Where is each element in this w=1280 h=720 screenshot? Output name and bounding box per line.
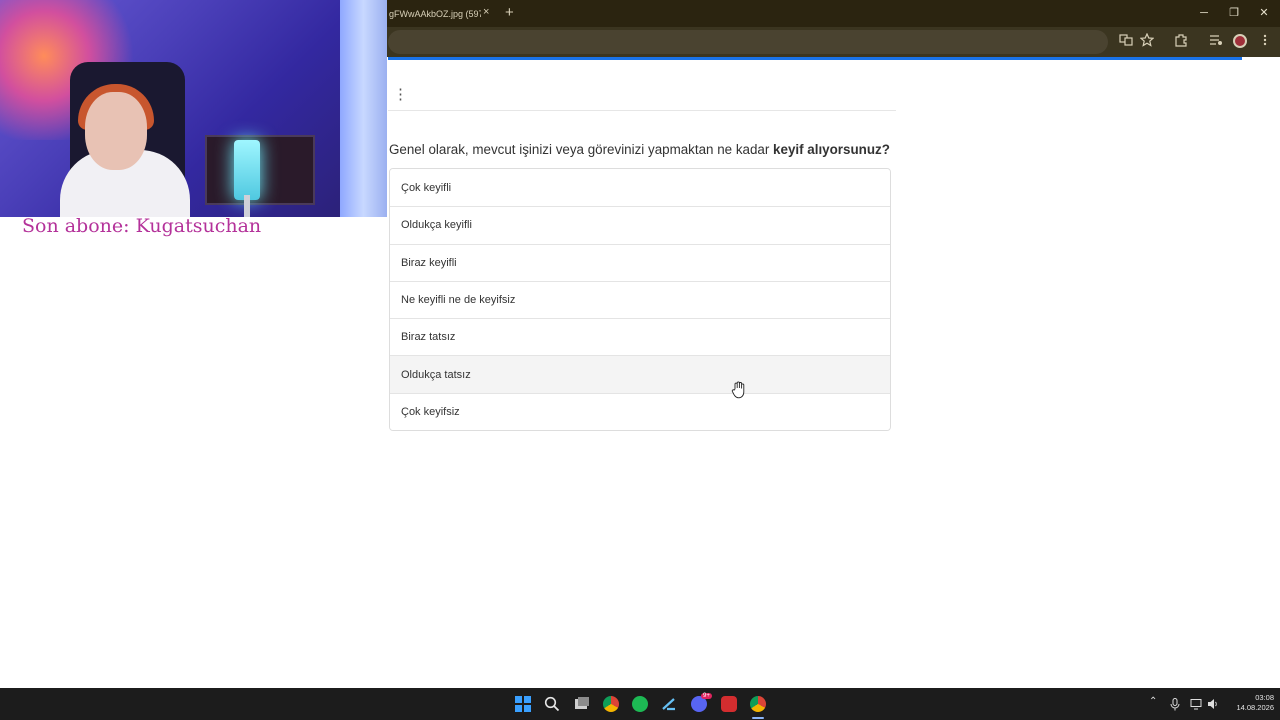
desk: [205, 135, 315, 205]
mic-stand: [244, 195, 250, 217]
profile-avatar[interactable]: [1233, 34, 1247, 48]
more-options-icon[interactable]: ⋮: [393, 86, 408, 104]
windows-start-icon[interactable]: [515, 696, 531, 712]
volume-icon[interactable]: [1207, 698, 1219, 710]
answer-option-quite-unpleasant[interactable]: Oldukça tatsız: [390, 355, 890, 393]
answer-option-quite-pleasant[interactable]: Oldukça keyifli: [390, 206, 890, 244]
chrome-active-icon[interactable]: [750, 696, 766, 712]
streamer-face: [85, 92, 147, 170]
taskbar: 9+ ⌃ 03:08 14.08.2026: [0, 688, 1280, 720]
last-subscriber-label: Son abone: Kugatsuchan: [22, 215, 262, 237]
spotify-icon[interactable]: [632, 696, 648, 712]
survey-question: Genel olarak, mevcut işinizi veya görevi…: [389, 142, 890, 157]
page-load-progress: [388, 57, 1242, 60]
task-view-icon[interactable]: [574, 696, 590, 712]
clock-time: 03:08: [1255, 693, 1274, 702]
active-app-indicator: [752, 717, 764, 719]
answer-option-neutral[interactable]: Ne keyifli ne de keyifsiz: [390, 280, 890, 319]
network-icon[interactable]: [1190, 698, 1202, 710]
browser-tab[interactable]: gFWwAAkbOZ.jpg (597× ×: [387, 0, 499, 27]
webcam-overlay: [0, 0, 387, 217]
media-icon[interactable]: [1207, 33, 1225, 51]
search-icon[interactable]: [544, 696, 560, 712]
minimize-icon[interactable]: ─: [1190, 4, 1218, 22]
clock-date: 14.08.2026: [1236, 703, 1274, 712]
new-tab-icon[interactable]: +: [505, 4, 514, 21]
chevron-up-icon[interactable]: ⌃: [1149, 696, 1157, 707]
tab-close-icon[interactable]: ×: [483, 6, 489, 18]
answer-option-slightly-unpleasant[interactable]: Biraz tatsız: [390, 318, 890, 356]
restore-icon[interactable]: ❐: [1220, 4, 1248, 22]
close-window-icon[interactable]: ✕: [1250, 4, 1278, 22]
tab-title: gFWwAAkbOZ.jpg (597×: [389, 8, 481, 19]
address-bar[interactable]: [388, 30, 1108, 54]
menu-icon[interactable]: [1256, 33, 1274, 51]
translate-icon[interactable]: [1117, 33, 1135, 51]
answer-options-list: Çok keyifli Oldukça keyifli Biraz keyifl…: [389, 168, 891, 432]
chrome-icon[interactable]: [603, 696, 619, 712]
app-red-icon[interactable]: [721, 696, 737, 712]
microphone-icon[interactable]: [1170, 698, 1180, 711]
curtain: [340, 0, 387, 217]
answer-option-very-unpleasant[interactable]: Çok keyifsiz: [390, 392, 890, 431]
screen: gFWwAAkbOZ.jpg (597× × + ─ ❐ ✕ Son abone…: [0, 0, 1280, 720]
steam-icon[interactable]: [661, 696, 677, 712]
answer-option-very-pleasant[interactable]: Çok keyifli: [390, 169, 890, 207]
question-text: Genel olarak, mevcut işinizi veya görevi…: [389, 142, 774, 157]
star-icon[interactable]: [1138, 32, 1156, 51]
header-divider: [388, 110, 896, 111]
question-emphasis: keyif alıyorsunuz?: [773, 142, 890, 157]
answer-option-slightly-pleasant[interactable]: Biraz keyifli: [390, 243, 890, 281]
discord-badge: 9+: [701, 693, 712, 699]
light-lamp: [234, 140, 260, 200]
hand-cursor-icon: [731, 381, 745, 399]
extensions-icon[interactable]: [1172, 33, 1190, 51]
system-clock[interactable]: 03:08 14.08.2026: [1226, 693, 1274, 713]
